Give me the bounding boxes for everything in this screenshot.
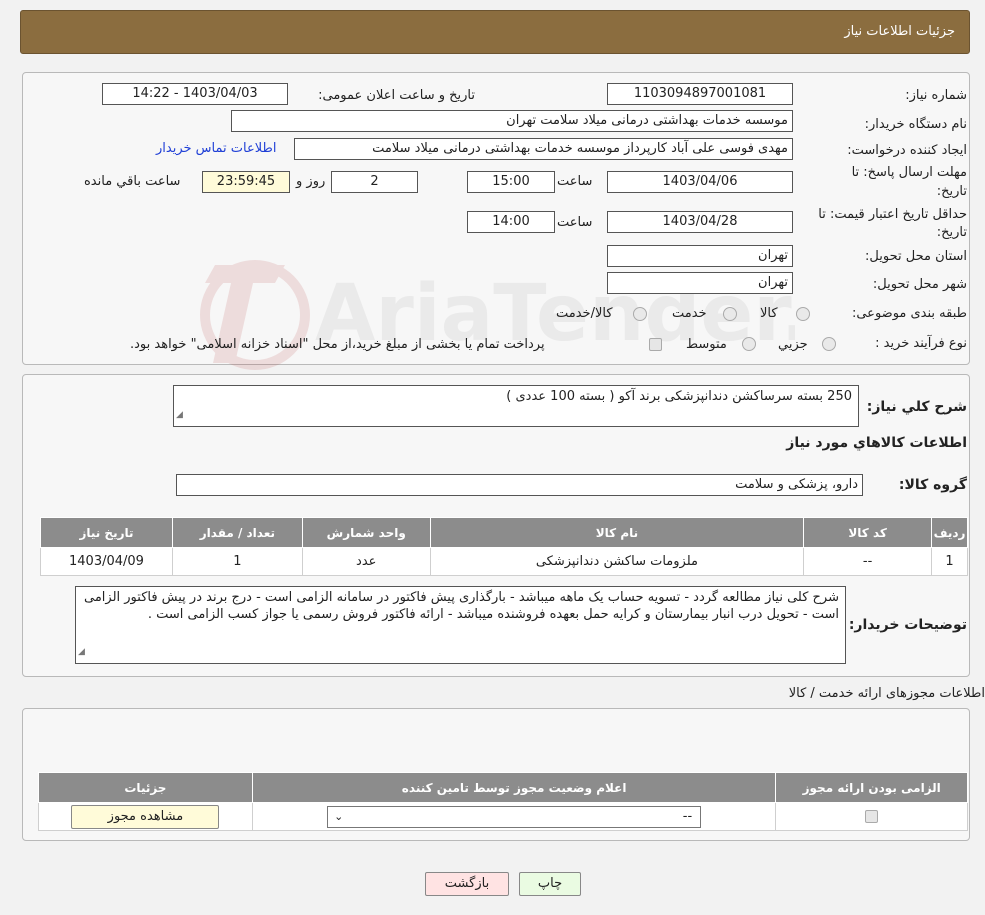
- buyer-label: نام دستگاه خریدار:: [864, 117, 967, 132]
- category-label: طبقه بندی موضوعی:: [851, 306, 967, 321]
- city-field: تهران: [607, 272, 793, 294]
- chevron-down-icon: ⌄: [334, 809, 344, 823]
- col-permit-required: الزامی بودن ارائه مجوز: [775, 772, 968, 803]
- remaining-time-field: 23:59:45: [202, 171, 290, 193]
- category-service-label: خدمت: [672, 306, 707, 321]
- province-field: تهران: [607, 245, 793, 267]
- table-row: 1 -- ملزومات ساکشن دندانپزشکی عدد 1 1403…: [40, 547, 968, 576]
- process-medium-radio[interactable]: [742, 337, 756, 351]
- need-number-field: 1103094897001081: [607, 83, 793, 105]
- resize-handle-icon: ◢: [78, 647, 85, 657]
- process-minor-radio[interactable]: [822, 337, 836, 351]
- print-button[interactable]: چاپ: [519, 872, 581, 896]
- col-permit-details: جزئیات: [38, 772, 253, 803]
- cell-date: 1403/04/09: [40, 547, 173, 576]
- category-service-radio[interactable]: [723, 307, 737, 321]
- summary-field: 250 بسته سرساکشن دندانپزشکی برند آکو ( ب…: [173, 385, 859, 427]
- permits-table-header: الزامی بودن ارائه مجوز اعلام وضعیت مجوز …: [38, 772, 968, 803]
- goods-group-label: گروه كالا:: [898, 477, 967, 493]
- view-permit-button[interactable]: مشاهده مجوز: [71, 804, 220, 829]
- buyer-notes-label: توضیحات خریدار:: [848, 617, 967, 633]
- deadline-label-date: تاریخ:: [936, 184, 967, 199]
- days-label: روز و: [296, 174, 326, 189]
- buyer-field: موسسه خدمات بهداشتی درمانی میلاد سلامت ت…: [231, 110, 793, 132]
- process-label: نوع فرآیند خرید :: [875, 336, 967, 351]
- col-code: كد كالا: [803, 517, 933, 548]
- need-number-label: شماره نیاز:: [905, 88, 967, 103]
- goods-table-header: رديف كد كالا نام كالا واحد شمارش تعداد /…: [40, 517, 968, 548]
- col-row: رديف: [931, 517, 968, 548]
- remaining-label: ساعت باقي مانده: [84, 174, 181, 189]
- buyer-notes-text: شرح کلی نیاز مطالعه گردد - تسویه حساب یک…: [83, 590, 839, 622]
- days-field: 2: [331, 171, 418, 193]
- goods-table: رديف كد كالا نام كالا واحد شمارش تعداد /…: [40, 517, 968, 576]
- summary-label: شرح كلي نياز:: [866, 399, 967, 415]
- process-medium-label: متوسط: [686, 337, 727, 352]
- col-date: تاريخ نياز: [40, 517, 173, 548]
- permits-table: الزامی بودن ارائه مجوز اعلام وضعیت مجوز …: [38, 772, 968, 831]
- validity-hour-label: ساعت: [557, 215, 593, 230]
- category-goods-label: کالا: [760, 306, 778, 321]
- permit-status-value: --: [682, 808, 693, 824]
- cell-permit-details: مشاهده مجوز: [38, 802, 253, 831]
- province-label: استان محل تحویل:: [865, 249, 967, 264]
- resize-handle-icon: ◢: [176, 410, 183, 420]
- announce-field: 1403/04/03 - 14:22: [102, 83, 288, 105]
- validity-label-date: تاریخ:: [936, 225, 967, 240]
- col-name: نام كالا: [429, 517, 805, 548]
- page-title: جزئیات اطلاعات نیاز: [844, 24, 955, 39]
- creator-field: مهدی فوسی علی آباد کارپرداز موسسه خدمات …: [294, 138, 793, 160]
- process-minor-label: جزيي: [778, 337, 808, 352]
- cell-code: --: [803, 547, 933, 576]
- back-button[interactable]: بازگشت: [425, 872, 509, 896]
- category-both-label: کالا/خدمت: [556, 306, 613, 321]
- col-permit-status: اعلام وضعیت مجوز توسط تامین کننده: [251, 772, 777, 803]
- announce-label: تاریخ و ساعت اعلان عمومی:: [318, 88, 475, 103]
- cell-quantity: 1: [171, 547, 303, 576]
- city-label: شهر محل تحویل:: [872, 277, 967, 292]
- category-goods-radio[interactable]: [796, 307, 810, 321]
- deadline-time-field: 15:00: [467, 171, 555, 193]
- validity-time-field: 14:00: [467, 211, 555, 233]
- buyer-contact-link[interactable]: اطلاعات تماس خریدار: [156, 141, 276, 156]
- cell-name: ملزومات ساکشن دندانپزشکی: [429, 547, 805, 576]
- permit-status-select[interactable]: -- ⌄: [327, 805, 702, 828]
- cell-permit-status: -- ⌄: [251, 802, 777, 831]
- goods-info-title: اطلاعات كالاهاي مورد نياز: [786, 435, 967, 451]
- cell-permit-required: [775, 802, 968, 831]
- buyer-notes-field: شرح کلی نیاز مطالعه گردد - تسویه حساب یک…: [75, 586, 846, 664]
- col-quantity: تعداد / مقدار: [171, 517, 303, 548]
- permits-title: اطلاعات مجوزهای ارائه خدمت / کالا: [788, 686, 985, 701]
- treasury-checkbox[interactable]: [649, 338, 662, 351]
- deadline-hour-label: ساعت: [557, 174, 593, 189]
- goods-group-field: دارو، پزشکی و سلامت: [176, 474, 863, 496]
- deadline-label: مهلت ارسال پاسخ: تا: [851, 165, 967, 180]
- treasury-note: پرداخت تمام یا بخشی از مبلغ خرید،از محل …: [130, 337, 545, 352]
- deadline-date-field: 1403/04/06: [607, 171, 793, 193]
- cell-unit: عدد: [301, 547, 431, 576]
- summary-text: 250 بسته سرساکشن دندانپزشکی برند آکو ( ب…: [506, 389, 852, 404]
- permit-required-checkbox[interactable]: [865, 810, 879, 823]
- cell-row: 1: [931, 547, 968, 576]
- validity-label: حداقل تاریخ اعتبار قیمت: تا: [818, 207, 967, 222]
- table-row: -- ⌄ مشاهده مجوز: [38, 802, 968, 831]
- validity-date-field: 1403/04/28: [607, 211, 793, 233]
- col-unit: واحد شمارش: [301, 517, 431, 548]
- page-header: جزئیات اطلاعات نیاز: [20, 10, 970, 54]
- category-both-radio[interactable]: [633, 307, 647, 321]
- creator-label: ایجاد کننده درخواست:: [847, 143, 967, 158]
